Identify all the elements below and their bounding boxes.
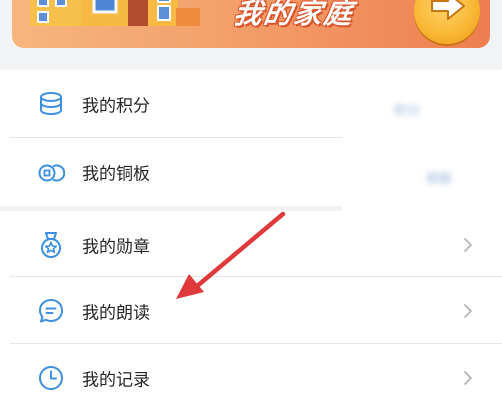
chevron-right-icon: [464, 370, 472, 385]
house-illustration: [30, 0, 200, 26]
chevron-right-icon: [464, 303, 472, 318]
speech-bubble-icon: [39, 298, 63, 322]
list-item-label: 我的朗读: [82, 303, 150, 323]
coin-stack-icon: [40, 91, 62, 115]
arrow-right-icon: [431, 0, 465, 20]
medal-icon: [41, 231, 61, 258]
blurred-values-area: 积分 铜板: [342, 76, 502, 211]
my-family-banner[interactable]: 我的家庭: [12, 0, 490, 48]
copper-value: 铜板: [426, 172, 453, 187]
chevron-right-icon: [464, 237, 472, 252]
list-item-label: 我的积分: [82, 96, 150, 116]
copper-coins-icon: [38, 164, 65, 181]
list-item-reading[interactable]: 我的朗读: [0, 277, 502, 344]
list-item-medals[interactable]: 我的勋章: [0, 211, 502, 278]
list-item-label: 我的勋章: [82, 237, 150, 257]
list-item-label: 我的铜板: [82, 164, 150, 184]
points-value: 积分: [394, 104, 421, 119]
banner-go-button[interactable]: [414, 0, 480, 44]
clock-icon: [39, 365, 63, 390]
list-item-label: 我的记录: [82, 370, 150, 390]
activity-list: 我的勋章 我的朗读 我的记录: [0, 211, 502, 403]
banner-title: 我的家庭: [231, 0, 357, 30]
list-item-records[interactable]: 我的记录: [0, 344, 502, 403]
family-banner-area: 我的家庭: [0, 0, 502, 70]
